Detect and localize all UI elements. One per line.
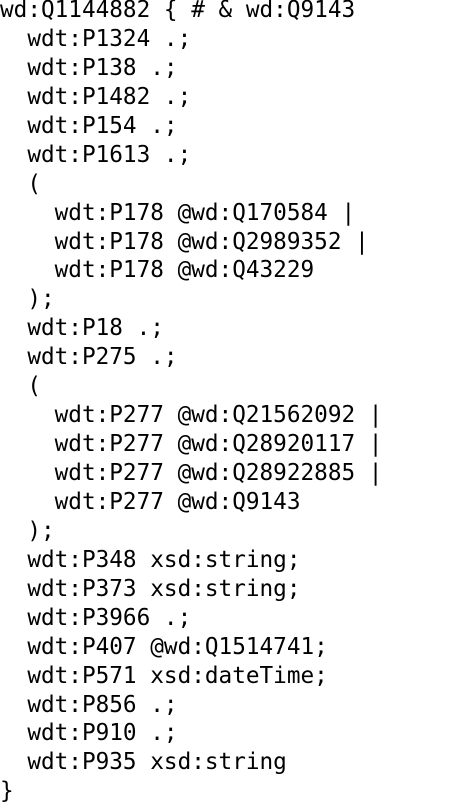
code-line: wdt:P277 @wd:Q9143 [0, 488, 301, 515]
shex-code-block: wd:Q1144882 { # & wd:Q9143 wdt:P1324 .; … [0, 0, 382, 806]
code-line: wdt:P3966 .; [0, 604, 192, 631]
code-line: wdt:P178 @wd:Q2989352 | [0, 228, 369, 255]
code-line: ); [0, 517, 55, 544]
code-line: wdt:P1324 .; [0, 25, 192, 52]
code-line: wdt:P910 .; [0, 720, 178, 747]
code-line: wdt:P571 xsd:dateTime; [0, 662, 328, 689]
code-line: wdt:P1613 .; [0, 141, 192, 168]
code-line: ( [0, 373, 41, 400]
code-line: wdt:P373 xsd:string; [0, 575, 301, 602]
code-line: wdt:P178 @wd:Q43229 [0, 257, 315, 284]
code-line: wdt:P178 @wd:Q170584 | [0, 199, 356, 226]
code-line: ); [0, 286, 55, 313]
code-line: wdt:P277 @wd:Q28922885 | [0, 460, 383, 486]
code-line: wdt:P407 @wd:Q1514741; [0, 633, 328, 660]
code-line: wdt:P275 .; [0, 344, 178, 371]
code-line: wdt:P277 @wd:Q28920117 | [0, 431, 383, 458]
code-line: wdt:P935 xsd:string [0, 749, 287, 776]
code-line: wdt:P1482 .; [0, 83, 192, 110]
code-line: wdt:P348 xsd:string; [0, 546, 301, 573]
code-line: wdt:P277 @wd:Q21562092 | [0, 402, 383, 429]
code-line: wdt:P154 .; [0, 112, 178, 139]
code-line: wdt:P18 .; [0, 315, 164, 342]
code-line: wdt:P138 .; [0, 54, 178, 81]
code-line: ( [0, 170, 41, 197]
code-line: wd:Q1144882 { # & wd:Q9143 [0, 0, 356, 23]
code-line: } [0, 778, 14, 805]
code-line: wdt:P856 .; [0, 691, 178, 718]
